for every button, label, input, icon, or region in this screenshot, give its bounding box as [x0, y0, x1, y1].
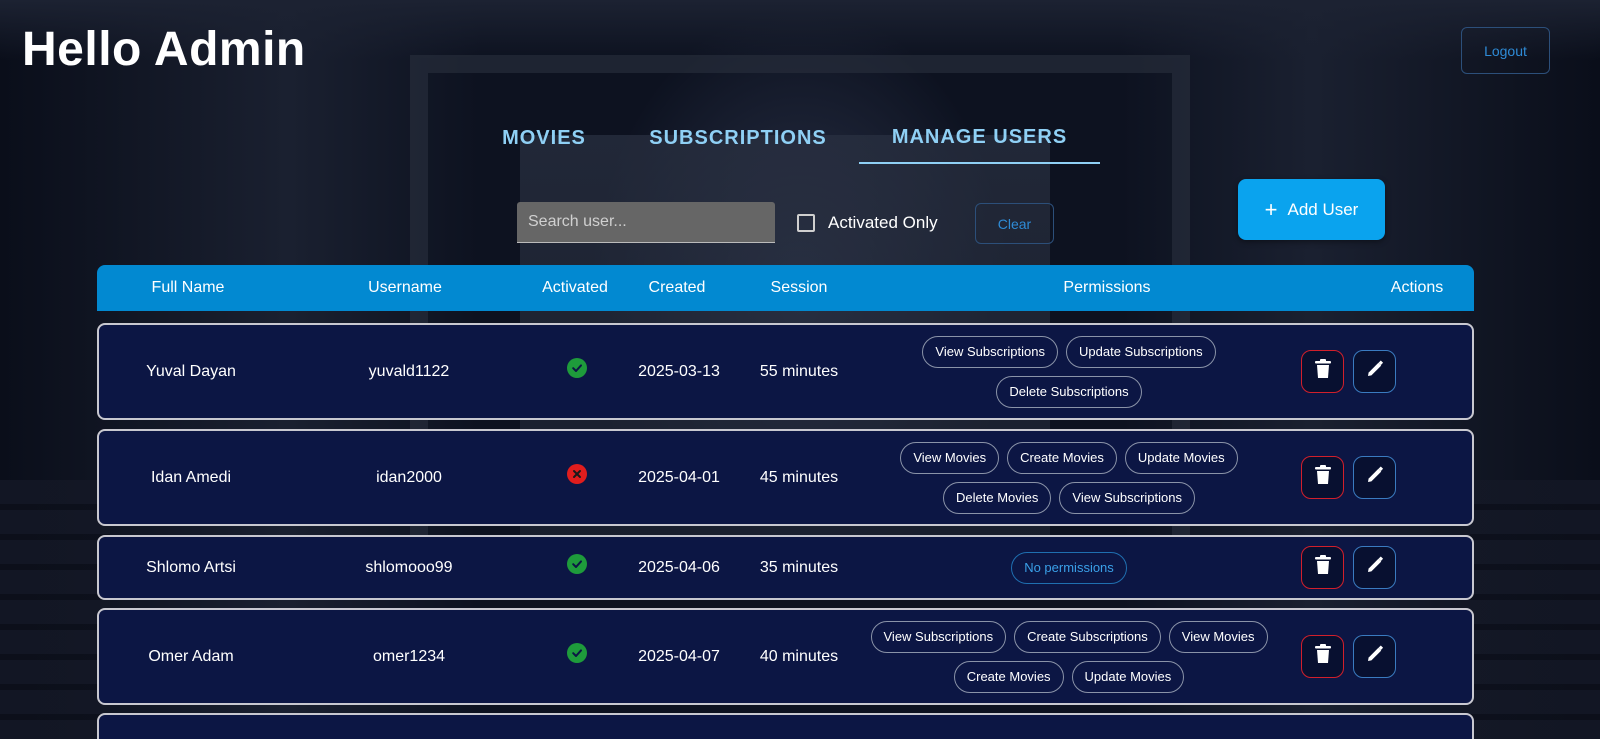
permission-chip: View Subscriptions — [922, 335, 1058, 368]
full-name-cell: Idan Amedi — [150, 468, 232, 486]
session-cell: 45 minutes — [759, 468, 839, 486]
table-row: Yuval Dayan yuvald1122 2025-03-13 55 minute… — [97, 323, 1474, 420]
plus-icon: + — [1264, 196, 1278, 222]
clear-button[interactable]: Clear — [975, 203, 1054, 244]
session-cell: 55 minutes — [759, 362, 839, 380]
trash-icon — [1314, 644, 1332, 669]
permissions-cell: View Subscriptions Create Subscriptions Vi… — [859, 610, 1279, 703]
column-header-permissions: Permissions — [1063, 279, 1151, 296]
table-row: Omer Adam omer1234 2025-04-07 40 minutes Vie… — [97, 608, 1474, 705]
table-row — [97, 713, 1474, 739]
activated-only-checkbox[interactable] — [797, 214, 815, 232]
pencil-icon — [1365, 465, 1385, 490]
actions-cell — [1301, 431, 1396, 524]
permission-chip: Update Movies — [1124, 441, 1238, 474]
activated-cell — [527, 431, 627, 524]
no-permissions-chip: No permissions — [1011, 551, 1127, 584]
actions-cell — [1301, 537, 1396, 598]
table-header: Full Name Username Activated Created Ses… — [97, 265, 1474, 311]
check-circle-icon — [567, 357, 587, 378]
permission-chip: Create Subscriptions — [1014, 620, 1161, 653]
delete-user-button[interactable] — [1301, 350, 1344, 393]
tab-movies[interactable]: MOVIES — [487, 112, 601, 164]
session-cell: 35 minutes — [759, 558, 839, 576]
permission-chip: Update Movies — [1071, 660, 1185, 693]
created-cell: 2025-04-01 — [638, 468, 720, 486]
check-circle-icon — [567, 553, 587, 574]
column-header-created: Created — [648, 279, 706, 296]
edit-user-button[interactable] — [1353, 546, 1396, 589]
x-circle-icon — [567, 463, 587, 484]
column-header-session: Session — [770, 279, 828, 296]
username-cell: omer1234 — [372, 647, 446, 665]
tab-subscriptions[interactable]: SUBSCRIPTIONS — [630, 112, 846, 164]
permission-chip: View Subscriptions — [870, 620, 1007, 653]
created-cell: 2025-03-13 — [638, 362, 720, 380]
activated-cell — [527, 610, 627, 703]
permission-chip: Delete Subscriptions — [996, 375, 1142, 408]
activated-cell — [527, 537, 627, 598]
table-row: Idan Amedi idan2000 2025-04-01 45 minutes Vi… — [97, 429, 1474, 526]
full-name-cell: Yuval Dayan — [146, 362, 236, 380]
created-cell: 2025-04-07 — [638, 647, 720, 665]
pencil-icon — [1365, 359, 1385, 384]
edit-user-button[interactable] — [1353, 456, 1396, 499]
actions-cell — [1301, 325, 1396, 418]
page-greeting: Hello Admin — [22, 23, 306, 76]
column-header-username: Username — [368, 279, 442, 296]
permission-chip: View Movies — [900, 441, 1000, 474]
permission-chip: Create Movies — [953, 660, 1064, 693]
edit-user-button[interactable] — [1353, 350, 1396, 393]
trash-icon — [1314, 359, 1332, 384]
permissions-cell: View Subscriptions Update Subscriptions De… — [859, 325, 1279, 418]
add-user-button[interactable]: + Add User — [1238, 179, 1385, 240]
table-row: Shlomo Artsi shlomooo99 2025-04-06 35 minut… — [97, 535, 1474, 600]
trash-icon — [1314, 555, 1332, 580]
actions-cell — [1301, 610, 1396, 703]
column-header-actions: Actions — [1390, 279, 1444, 296]
search-input[interactable] — [517, 202, 775, 243]
permission-chip: View Subscriptions — [1059, 481, 1195, 514]
column-header-full-name: Full Name — [151, 279, 225, 296]
tab-manage-users[interactable]: MANAGE USERS — [859, 112, 1100, 164]
activated-only-filter[interactable]: Activated Only — [797, 213, 938, 233]
pencil-icon — [1365, 555, 1385, 580]
delete-user-button[interactable] — [1301, 546, 1344, 589]
username-cell: shlomooo99 — [365, 558, 453, 576]
trash-icon — [1314, 465, 1332, 490]
main-tabs: MOVIES SUBSCRIPTIONS MANAGE USERS — [0, 112, 1600, 164]
permission-chip: Delete Movies — [943, 481, 1052, 514]
add-user-label: Add User — [1287, 199, 1359, 219]
permission-chip: View Movies — [1168, 620, 1268, 653]
permissions-cell: No permissions — [859, 537, 1279, 598]
delete-user-button[interactable] — [1301, 635, 1344, 678]
full-name-cell: Omer Adam — [148, 647, 234, 665]
logout-button[interactable]: Logout — [1461, 27, 1550, 74]
pencil-icon — [1365, 644, 1385, 669]
check-circle-icon — [567, 642, 587, 663]
activated-only-label: Activated Only — [828, 213, 938, 232]
delete-user-button[interactable] — [1301, 456, 1344, 499]
username-cell: idan2000 — [376, 468, 442, 486]
username-cell: yuvald1122 — [368, 362, 450, 380]
permissions-cell: View Movies Create Movies Update Movies Del… — [859, 431, 1279, 524]
permission-chip: Create Movies — [1007, 441, 1117, 474]
session-cell: 40 minutes — [759, 647, 839, 665]
edit-user-button[interactable] — [1353, 635, 1396, 678]
activated-cell — [527, 325, 627, 418]
permission-chip: Update Subscriptions — [1066, 335, 1216, 368]
full-name-cell: Shlomo Artsi — [146, 558, 236, 576]
created-cell: 2025-04-06 — [638, 558, 720, 576]
column-header-activated: Activated — [542, 279, 608, 296]
